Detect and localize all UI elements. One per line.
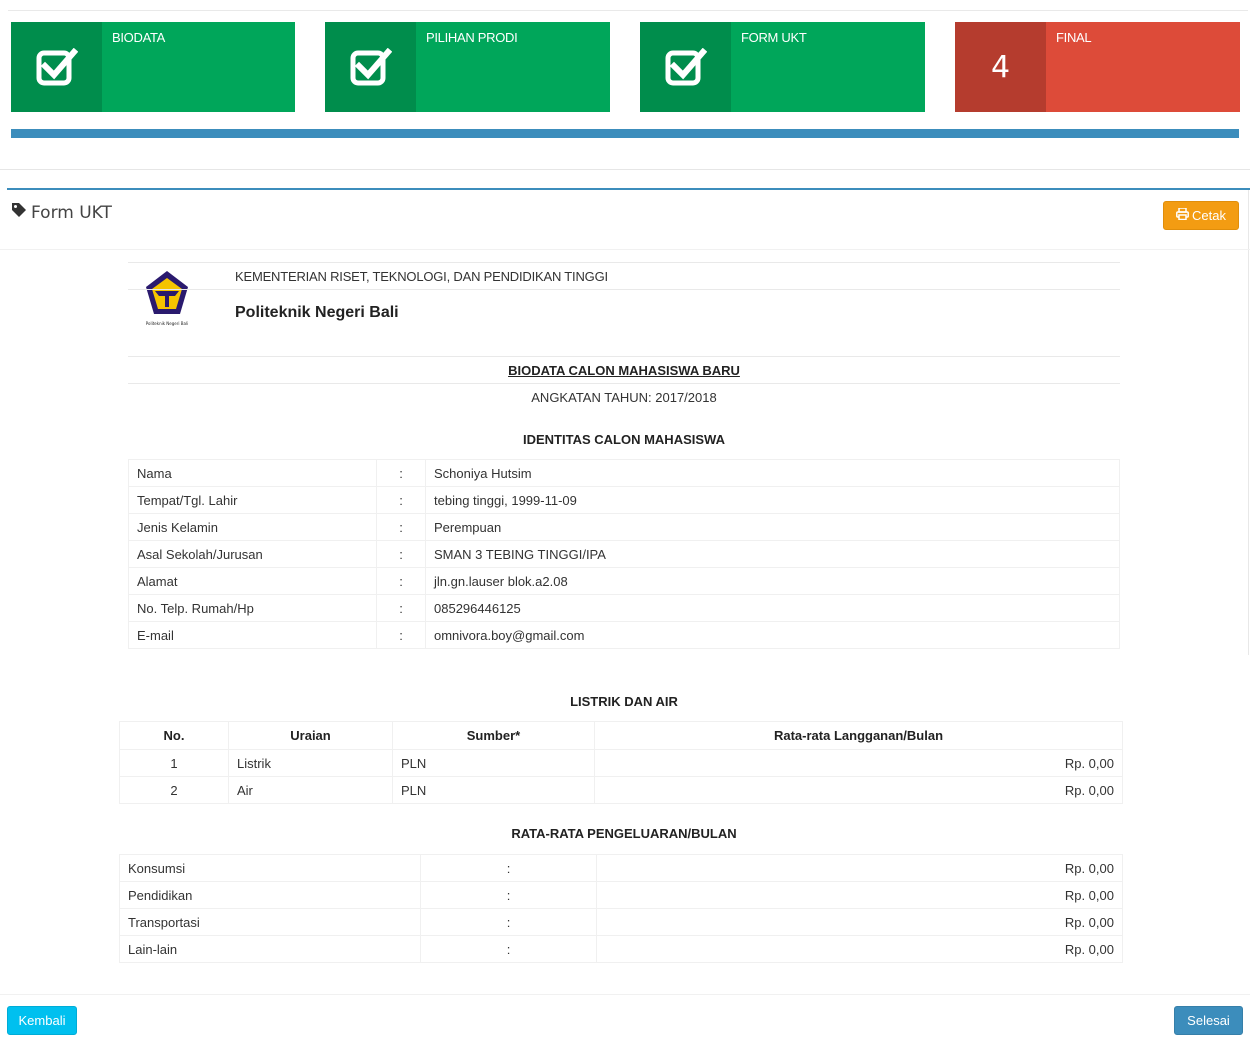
table-header-row: No. Uraian Sumber* Rata-rata Langganan/B…	[119, 721, 1123, 750]
step-form-ukt: FORM UKT	[640, 22, 925, 112]
logo-caption: Politeknik Negeri Bali	[146, 321, 188, 326]
step-final: 4 FINAL	[955, 22, 1240, 112]
identity-value: jln.gn.lauser blok.a2.08	[425, 567, 1120, 595]
identity-value: SMAN 3 TEBING TINGGI/IPA	[425, 540, 1120, 568]
table-row: Transportasi: Rp. 0,00	[119, 908, 1123, 936]
print-icon	[1176, 207, 1189, 223]
identity-value: Schoniya Hutsim	[425, 459, 1120, 487]
identity-table: Nama: Schoniya Hutsim Tempat/Tgl. Lahir: t…	[128, 459, 1120, 649]
wizard-steps-panel: BIODATA PILIHAN PRODI FORM UKT 4 FINAL	[0, 0, 1250, 170]
check-square-icon	[11, 22, 102, 112]
expense-heading: RATA-RATA PENGELUARAN/BULAN	[511, 826, 737, 841]
step-number-text: 4	[990, 49, 1011, 85]
table-row: Asal Sekolah/Jurusan: SMAN 3 TEBING TINGG…	[128, 540, 1120, 568]
step-label: PILIHAN PRODI	[426, 30, 518, 45]
back-button[interactable]: Kembali	[7, 1006, 77, 1035]
column-header: Sumber*	[392, 721, 595, 750]
document-subtitle: ANGKATAN TAHUN: 2017/2018	[531, 390, 717, 405]
identity-value: Perempuan	[425, 513, 1120, 541]
table-row: Alamat: jln.gn.lauser blok.a2.08	[128, 567, 1120, 595]
print-label: Cetak	[1192, 208, 1226, 223]
utility-table: No. Uraian Sumber* Rata-rata Langganan/B…	[119, 721, 1123, 804]
divider	[0, 994, 1250, 995]
step-label: FINAL	[1056, 30, 1092, 45]
identity-value: tebing tinggi, 1999-11-09	[425, 486, 1120, 514]
table-row: Tempat/Tgl. Lahir: tebing tinggi, 1999-11…	[128, 486, 1120, 514]
identity-value: omnivora.boy@gmail.com	[425, 621, 1120, 649]
box-border	[1248, 190, 1249, 655]
table-row: Jenis Kelamin: Perempuan	[128, 513, 1120, 541]
box-title-text: Form UKT	[31, 202, 112, 223]
table-row: 2 Air PLN Rp. 0,00	[119, 776, 1123, 804]
institution-logo: Politeknik Negeri Bali	[142, 269, 192, 329]
box-title: Form UKT	[11, 202, 112, 223]
tag-icon	[11, 202, 27, 223]
utility-heading: LISTRIK DAN AIR	[570, 694, 678, 709]
check-square-icon	[325, 22, 416, 112]
table-row: 1 Listrik PLN Rp. 0,00	[119, 749, 1123, 777]
table-row: Nama: Schoniya Hutsim	[128, 459, 1120, 487]
identity-value: 085296446125	[425, 594, 1120, 622]
step-label: BIODATA	[112, 30, 166, 45]
expense-table: Konsumsi: Rp. 0,00 Pendidikan: Rp. 0,00 Tr…	[119, 854, 1123, 963]
column-header: No.	[119, 721, 229, 750]
step-label: FORM UKT	[741, 30, 807, 45]
table-row: E-mail: omnivora.boy@gmail.com	[128, 621, 1120, 649]
step-pilihan-prodi: PILIHAN PRODI	[325, 22, 610, 112]
progress-bar	[11, 129, 1239, 138]
institution-name: Politeknik Negeri Bali	[235, 304, 399, 321]
column-header: Uraian	[228, 721, 393, 750]
box-header: Form UKT Cetak	[0, 190, 1250, 250]
print-button[interactable]: Cetak	[1163, 201, 1239, 230]
table-row: Lain-lain: Rp. 0,00	[119, 935, 1123, 963]
document-title: BIODATA CALON MAHASISWA BARU	[508, 363, 740, 378]
table-row: Pendidikan: Rp. 0,00	[119, 881, 1123, 909]
table-row: Konsumsi: Rp. 0,00	[119, 854, 1123, 882]
ministry-name: KEMENTERIAN RISET, TEKNOLOGI, DAN PENDID…	[235, 269, 608, 284]
column-header: Rata-rata Langganan/Bulan	[594, 721, 1123, 750]
identity-heading: IDENTITAS CALON MAHASISWA	[523, 432, 725, 447]
table-row: No. Telp. Rumah/Hp:085296446125	[128, 594, 1120, 622]
divider	[8, 10, 1248, 11]
finish-button[interactable]: Selesai	[1174, 1006, 1243, 1035]
step-number: 4	[955, 22, 1046, 112]
check-square-icon	[640, 22, 731, 112]
step-biodata: BIODATA	[11, 22, 295, 112]
